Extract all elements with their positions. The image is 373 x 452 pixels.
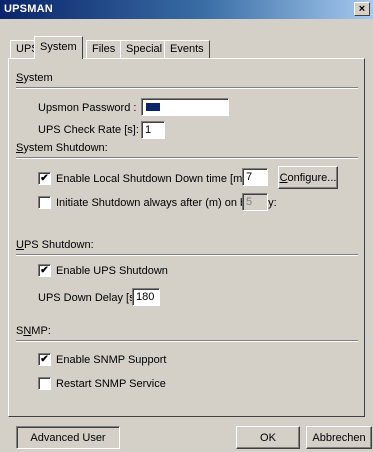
tab-label: Files	[92, 43, 116, 55]
configure-button[interactable]: Configure...	[278, 166, 338, 189]
check-icon: ✔	[40, 265, 49, 276]
password-label: Upsmon Password :	[38, 102, 137, 114]
mnemonic: C	[279, 171, 288, 184]
restart-snmp-checkbox[interactable]	[38, 377, 51, 390]
ups-down-delay-label: UPS Down Delay [s]:	[38, 292, 141, 304]
enable-ups-shutdown-label: Enable UPS Shutdown	[56, 265, 168, 277]
cancel-button[interactable]: Abbrechen	[306, 426, 372, 449]
section-heading-system: System	[16, 72, 53, 84]
tab-label: Events	[170, 43, 204, 55]
window-title: UPSMAN	[4, 3, 53, 15]
tab-events[interactable]: Events	[164, 40, 210, 58]
separator	[16, 254, 358, 256]
tab-special[interactable]: Special	[120, 40, 169, 58]
ok-button[interactable]: OK	[236, 426, 300, 449]
title-bar: UPSMAN ×	[0, 0, 373, 19]
heading-text: PS Shutdown:	[23, 239, 94, 251]
advanced-user-toggle[interactable]: Advanced User	[16, 426, 120, 449]
heading-text: MP:	[31, 325, 51, 337]
enable-snmp-label: Enable SNMP Support	[56, 354, 167, 366]
initiate-shutdown-checkbox[interactable]	[38, 196, 51, 209]
separator	[16, 340, 358, 342]
section-heading-system-shutdown: System Shutdown:	[16, 142, 108, 154]
down-time-label: Down time [m]:	[175, 173, 249, 185]
mnemonic: U	[16, 239, 24, 251]
password-mask	[146, 103, 160, 111]
heading-text: ystem	[23, 72, 53, 84]
heading-text: ystem Shutdown:	[23, 142, 108, 154]
close-icon: ×	[358, 3, 366, 15]
section-heading-ups-shutdown: UPS Shutdown:	[16, 239, 94, 251]
initiate-shutdown-input[interactable]: 5	[242, 193, 268, 211]
separator	[16, 157, 358, 159]
separator	[16, 87, 358, 89]
tab-system[interactable]: System	[34, 36, 83, 59]
password-input[interactable]	[141, 98, 229, 116]
enable-local-shutdown-label: Enable Local Shutdown	[56, 173, 172, 185]
check-rate-input[interactable]: 1	[141, 121, 165, 139]
enable-snmp-checkbox[interactable]: ✔	[38, 353, 51, 366]
section-heading-snmp: SNMP:	[16, 325, 51, 337]
down-time-input[interactable]: 7	[242, 168, 268, 186]
enable-local-shutdown-checkbox[interactable]: ✔	[38, 172, 51, 185]
tab-label: Special	[126, 43, 163, 55]
check-icon: ✔	[40, 173, 49, 184]
check-icon: ✔	[40, 354, 49, 365]
restart-snmp-label: Restart SNMP Service	[56, 378, 166, 390]
button-text: onfigure...	[287, 171, 337, 184]
tab-files[interactable]: Files	[86, 40, 122, 58]
tab-label: System	[40, 41, 77, 53]
ups-down-delay-input[interactable]: 180	[132, 288, 160, 306]
close-button[interactable]: ×	[354, 2, 370, 16]
check-rate-label: UPS Check Rate [s]:	[38, 124, 139, 136]
enable-ups-shutdown-checkbox[interactable]: ✔	[38, 264, 51, 277]
